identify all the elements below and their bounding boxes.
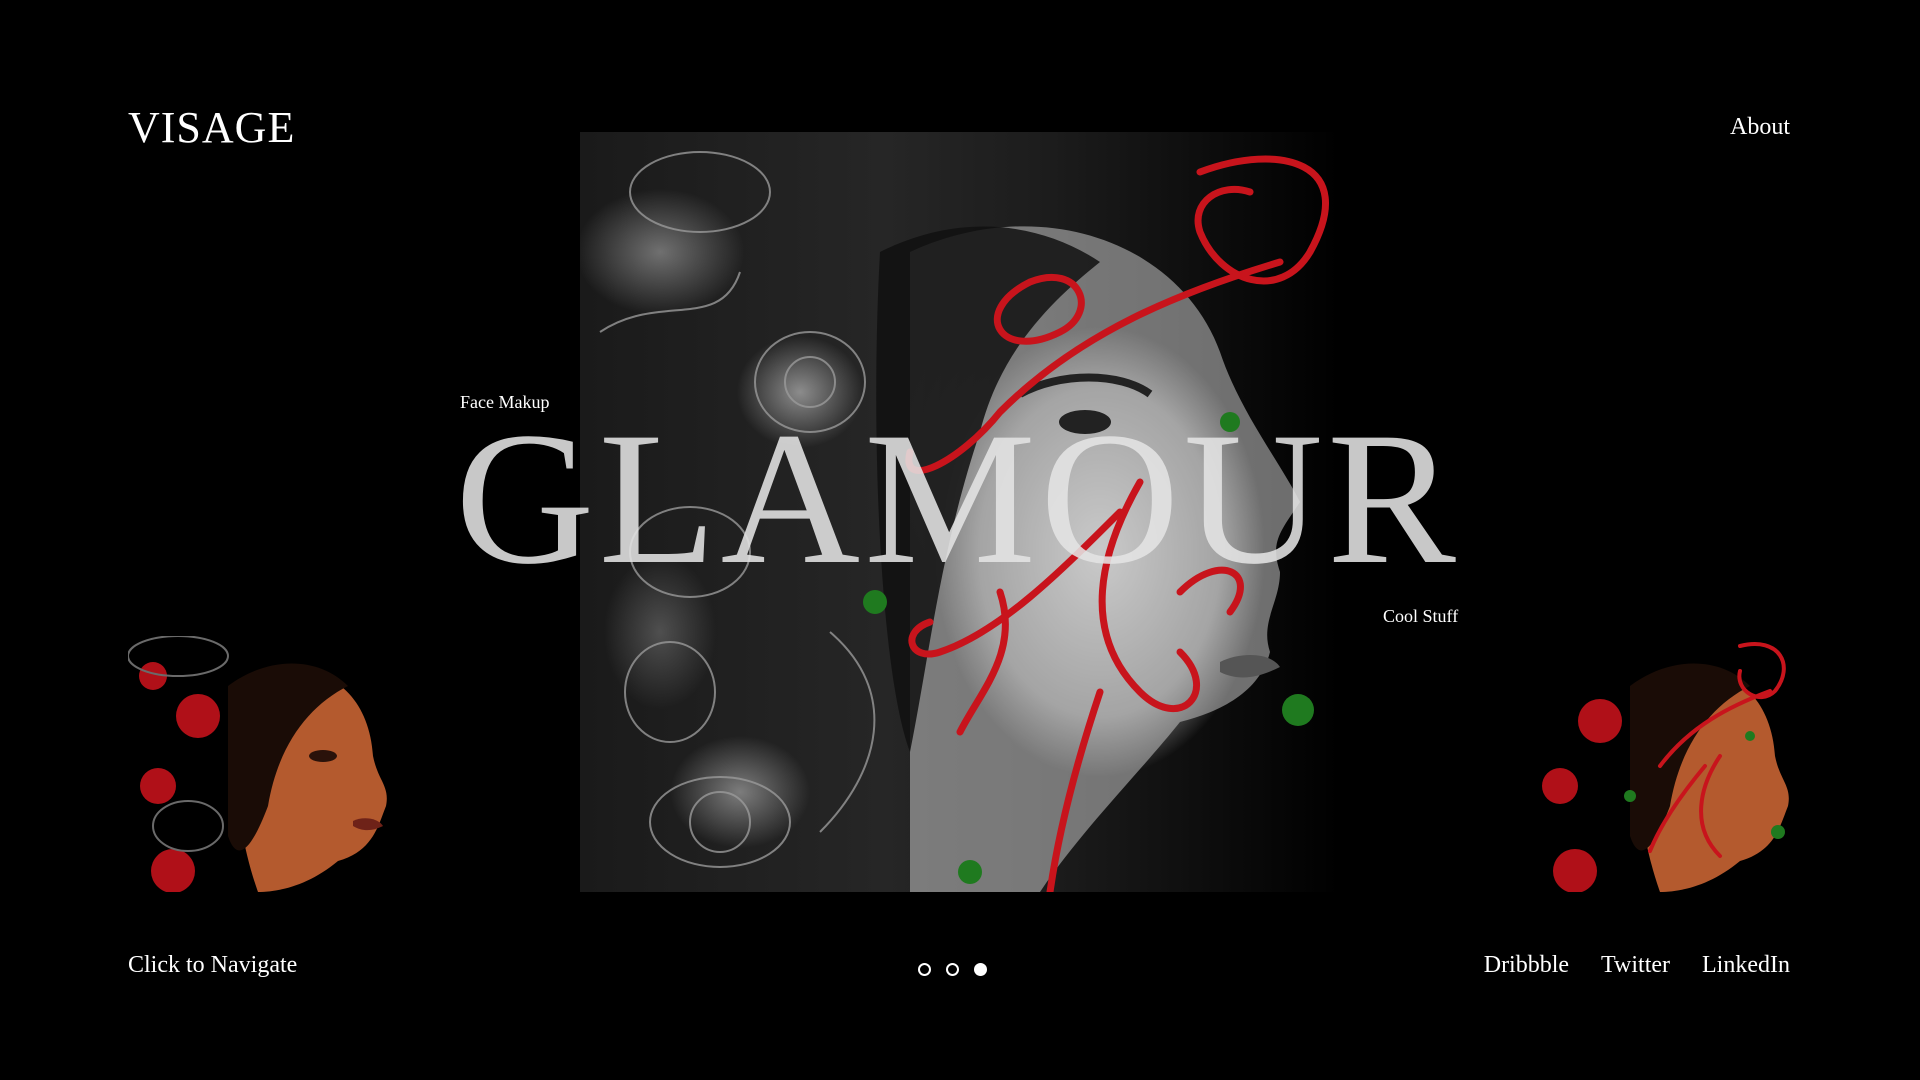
pagination-dot-1[interactable]: [918, 963, 931, 976]
social-links: Dribbble Twitter LinkedIn: [1484, 952, 1790, 979]
thumbnail-previous[interactable]: [128, 636, 390, 892]
click-to-navigate-hint[interactable]: Click to Navigate: [128, 952, 297, 979]
hero-image: [580, 132, 1340, 892]
slide-pagination: [918, 963, 987, 976]
pagination-dot-3-active[interactable]: [974, 963, 987, 976]
thumbnail-previous-image: [128, 636, 390, 892]
thumbnail-next-image: [1530, 636, 1792, 892]
pagination-dot-2[interactable]: [946, 963, 959, 976]
twitter-link[interactable]: Twitter: [1601, 952, 1670, 979]
site-logo[interactable]: VISAGE: [128, 102, 295, 153]
hero-tag-cool-stuff: Cool Stuff: [1383, 606, 1459, 626]
page: VISAGE About Face Makup GLAMOUR Cool Stu…: [0, 0, 1920, 1080]
hero-tag-face-makeup: Face Makup: [460, 392, 550, 412]
thumbnail-next[interactable]: [1530, 636, 1792, 892]
nav-about-link[interactable]: About: [1730, 114, 1790, 141]
linkedin-link[interactable]: LinkedIn: [1702, 952, 1790, 979]
dribbble-link[interactable]: Dribbble: [1484, 952, 1569, 979]
hero-artwork: [599, 151, 1329, 892]
